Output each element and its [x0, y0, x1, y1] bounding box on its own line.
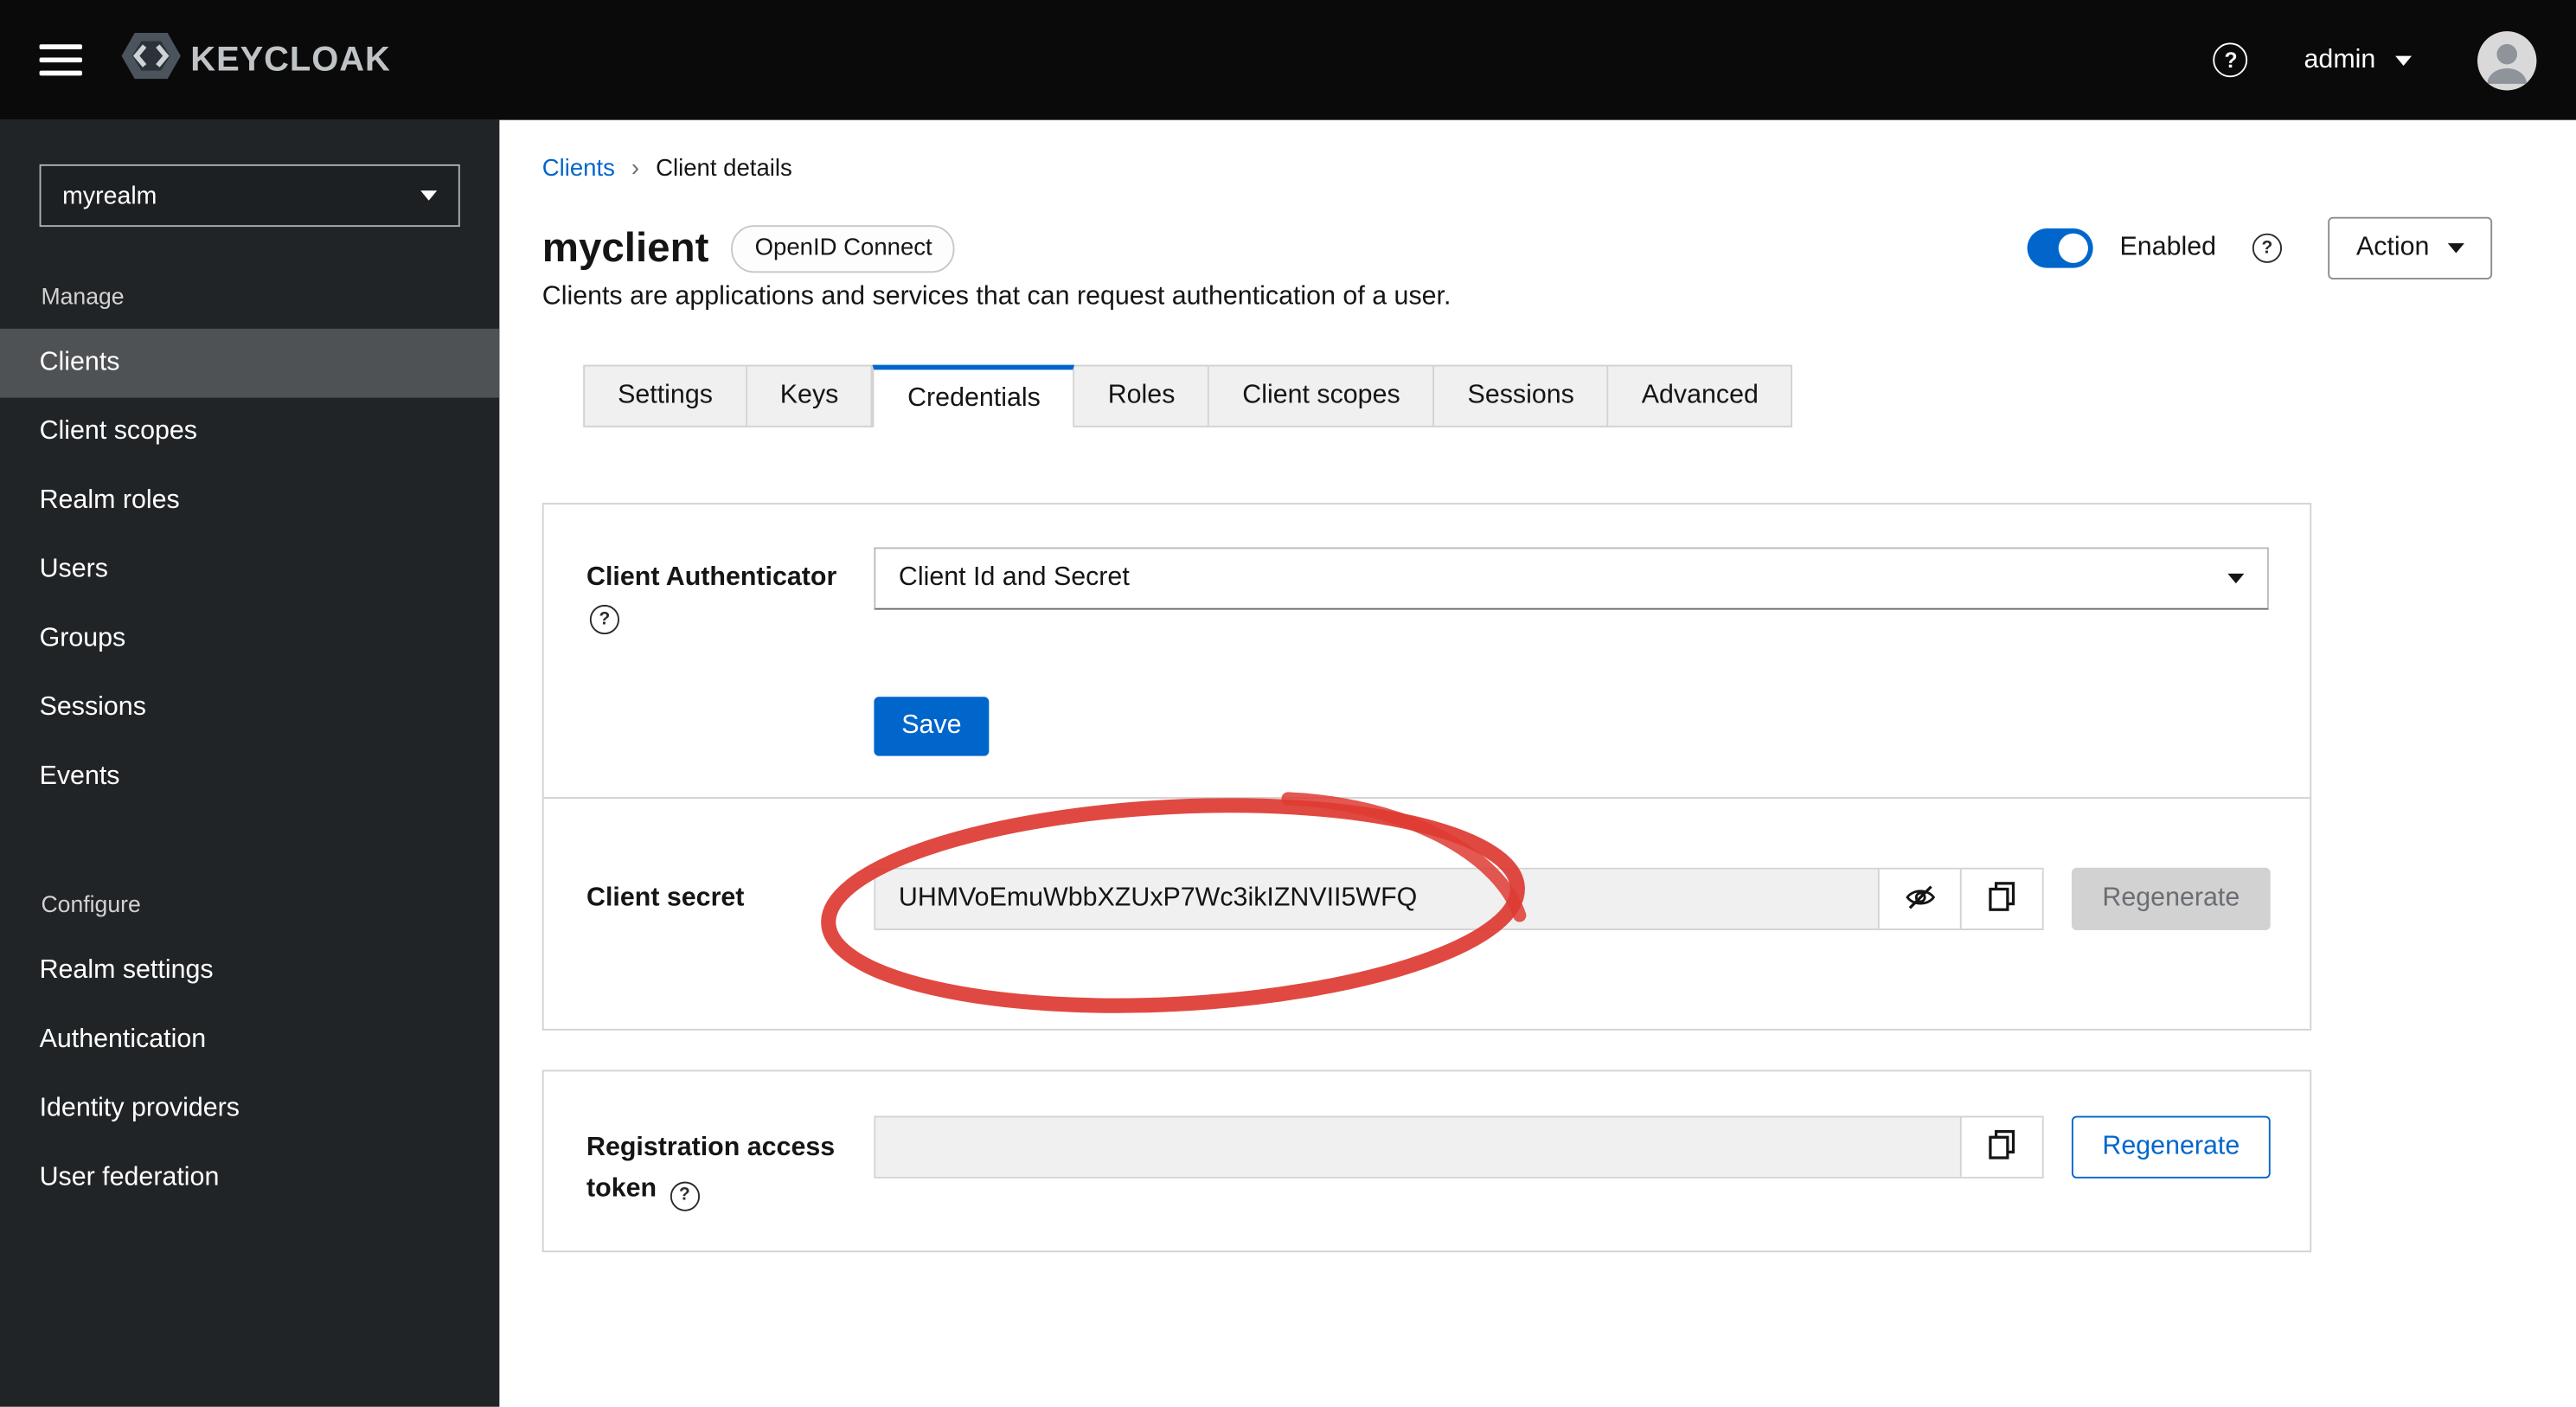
sidebar-item-client-scopes[interactable]: Client scopes	[0, 398, 499, 467]
copy-token-button[interactable]	[1959, 1117, 2042, 1177]
help-icon[interactable]: ?	[2214, 42, 2248, 78]
client-secret-group	[874, 867, 2044, 930]
tab-client-scopes[interactable]: Client scopes	[1209, 364, 1435, 427]
client-authenticator-label: Client Authenticator	[586, 563, 837, 592]
show-secret-button[interactable]	[1877, 869, 1960, 929]
user-menu[interactable]: admin	[2304, 45, 2413, 74]
action-dropdown[interactable]: Action	[2328, 216, 2493, 279]
tab-keys[interactable]: Keys	[747, 364, 874, 427]
client-authenticator-card: Client Authenticator ? Client Id and Sec…	[541, 503, 2312, 800]
nav-section-configure: Configure	[41, 890, 141, 917]
copy-secret-button[interactable]	[1959, 869, 2042, 929]
chevron-down-icon	[2447, 243, 2464, 254]
tab-sessions[interactable]: Sessions	[1434, 364, 1609, 427]
client-authenticator-help-icon[interactable]: ?	[589, 604, 620, 635]
registration-token-card: Registration access token? Regenerate	[541, 1070, 2312, 1253]
protocol-badge: OpenID Connect	[731, 224, 956, 273]
chevron-down-icon	[420, 190, 438, 201]
tab-advanced[interactable]: Advanced	[1608, 364, 1793, 427]
chevron-down-icon	[2227, 573, 2245, 584]
sidebar-item-sessions[interactable]: Sessions	[0, 674, 499, 743]
copy-icon	[1986, 1129, 2017, 1166]
sidebar-item-realm-roles[interactable]: Realm roles	[0, 466, 499, 536]
regenerate-token-button[interactable]: Regenerate	[2071, 1115, 2271, 1179]
sidebar: myrealm Manage Clients Client scopes Rea…	[0, 119, 500, 1407]
copy-icon	[1986, 881, 2017, 917]
sidebar-item-realm-settings[interactable]: Realm settings	[0, 937, 499, 1006]
eye-slash-icon	[1903, 880, 1936, 918]
sidebar-item-authentication[interactable]: Authentication	[0, 1005, 499, 1075]
title-row: myclient OpenID Connect Enabled ? Action	[541, 215, 2493, 281]
avatar[interactable]	[2477, 30, 2537, 90]
client-secret-card: Client secret UHMVoEmuWbbXZUxP7Wc3ikIZNV…	[541, 797, 2312, 1031]
save-button[interactable]: Save	[874, 697, 990, 756]
tab-credentials[interactable]: Credentials	[873, 364, 1075, 427]
sidebar-item-groups[interactable]: Groups	[0, 605, 499, 674]
realm-selector-value: myrealm	[62, 181, 157, 210]
page-description: Clients are applications and services th…	[541, 282, 1451, 311]
sidebar-item-identity-providers[interactable]: Identity providers	[0, 1075, 499, 1144]
registration-token-input[interactable]	[875, 1117, 1960, 1177]
sidebar-item-users[interactable]: Users	[0, 536, 499, 605]
enabled-toggle[interactable]	[2028, 228, 2094, 268]
tab-bar: Settings Keys Credentials Roles Client s…	[583, 364, 1793, 427]
sidebar-item-user-federation[interactable]: User federation	[0, 1144, 499, 1213]
main-content: Clients › Client details myclient OpenID…	[499, 119, 2576, 1407]
page-title: myclient	[541, 224, 709, 271]
username: admin	[2304, 45, 2376, 74]
keycloak-admin-console: KEYCLOAK ? admin myrealm Manage Clients	[0, 0, 2576, 1407]
registration-token-label: Registration access token?	[586, 1128, 849, 1211]
client-secret-label: Client secret	[586, 883, 745, 913]
tab-settings[interactable]: Settings	[583, 364, 747, 427]
keycloak-brand: KEYCLOAK	[119, 23, 391, 97]
chevron-down-icon	[2395, 55, 2413, 66]
client-authenticator-value: Client Id and Secret	[898, 563, 1130, 592]
breadcrumb-clients-link[interactable]: Clients	[542, 156, 615, 182]
hamburger-menu-icon[interactable]	[39, 44, 82, 76]
nav-section-manage: Manage	[41, 282, 125, 310]
breadcrumb-current: Client details	[656, 156, 792, 183]
regenerate-secret-button[interactable]: Regenerate	[2071, 867, 2271, 930]
sidebar-item-clients[interactable]: Clients	[0, 328, 500, 398]
registration-token-group	[874, 1115, 2044, 1179]
client-secret-input[interactable]	[875, 869, 1878, 929]
tab-roles[interactable]: Roles	[1074, 364, 1210, 427]
sidebar-item-events[interactable]: Events	[0, 742, 499, 812]
keycloak-logo-icon	[119, 23, 184, 97]
enabled-help-icon[interactable]: ?	[2252, 233, 2283, 263]
registration-token-help-icon[interactable]: ?	[670, 1180, 700, 1211]
brand-name: KEYCLOAK	[190, 40, 391, 79]
masthead: KEYCLOAK ? admin	[0, 0, 2576, 120]
realm-selector[interactable]: myrealm	[39, 164, 460, 228]
client-authenticator-select[interactable]: Client Id and Secret	[874, 547, 2269, 610]
enabled-label: Enabled	[2119, 233, 2217, 261]
breadcrumb-separator: ›	[631, 156, 640, 183]
breadcrumb: Clients › Client details	[542, 156, 792, 182]
